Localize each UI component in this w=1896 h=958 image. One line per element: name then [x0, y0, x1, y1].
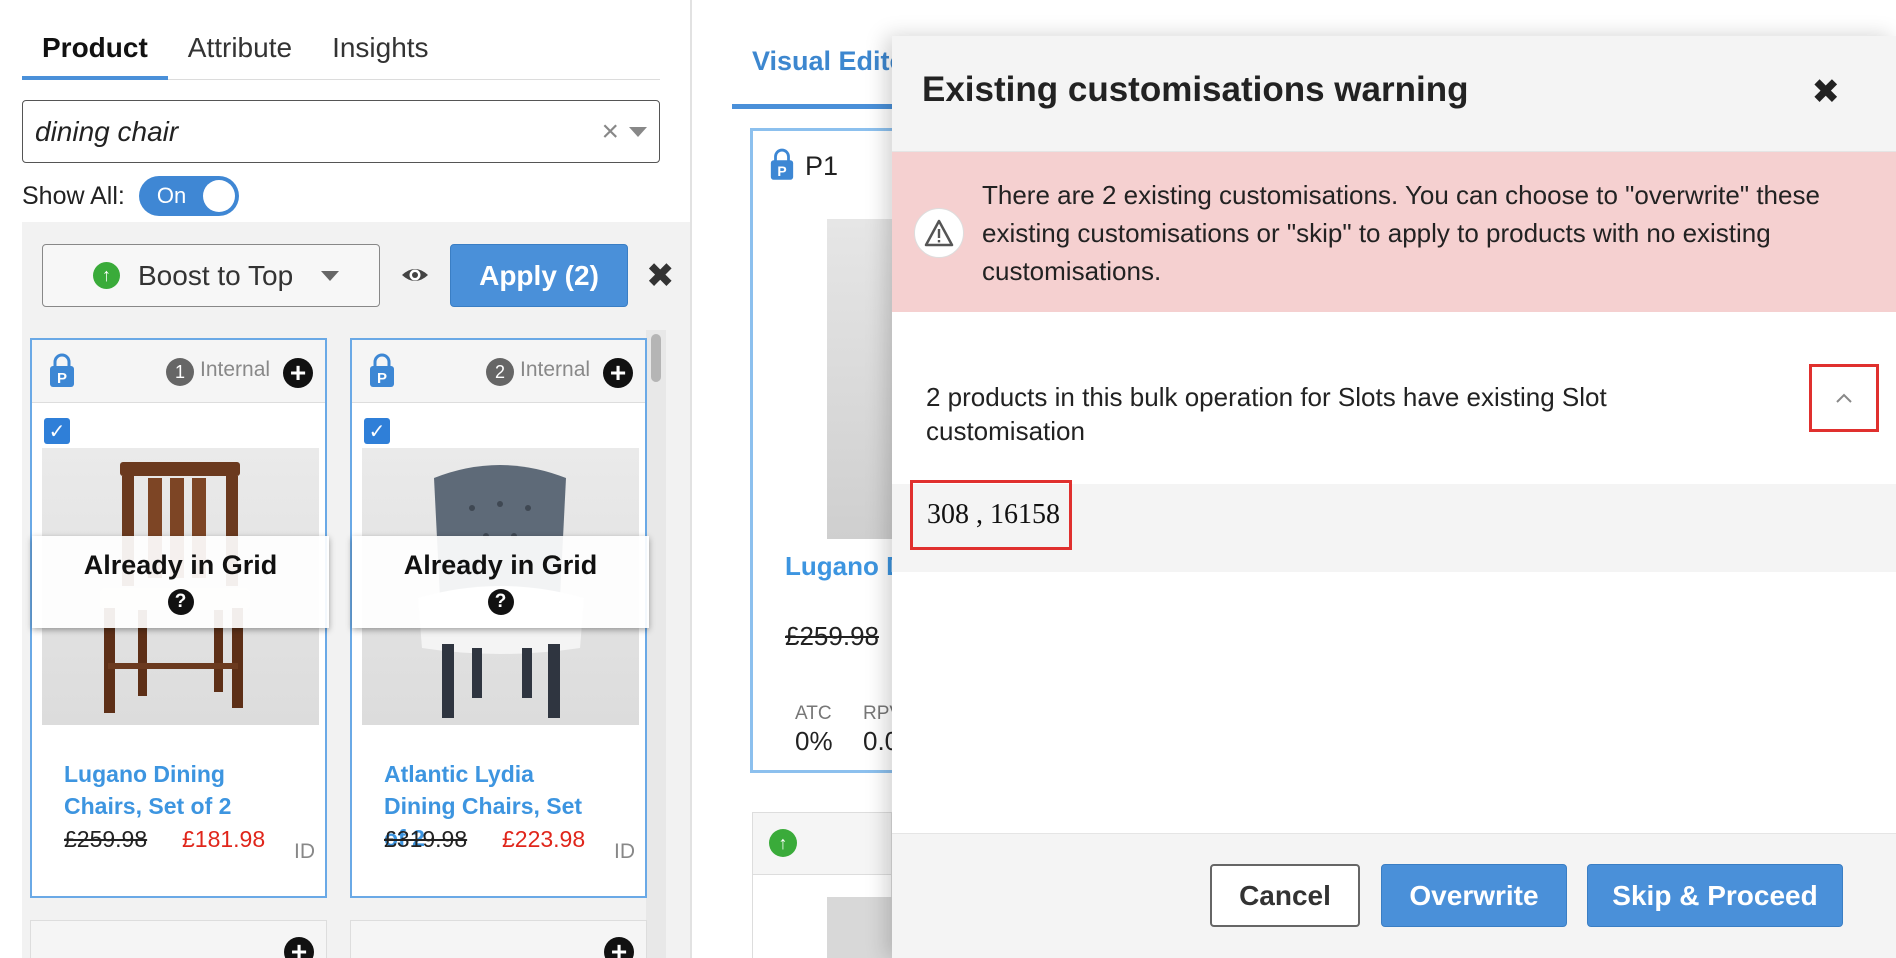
warning-alert: There are 2 existing customisations. You… — [892, 152, 1896, 312]
apply-button[interactable]: Apply (2) — [450, 244, 628, 307]
product-name-link[interactable]: Lugano Dining Chairs, Set of 2 — [64, 758, 284, 822]
product-ids-row: 308 , 16158 — [892, 480, 1896, 572]
slot-card[interactable]: ↑ — [752, 812, 893, 958]
eye-icon[interactable] — [400, 260, 430, 290]
scroll-thumb[interactable] — [651, 334, 661, 382]
tab-bar: Product Attribute Insights — [22, 22, 660, 80]
lock-icon[interactable]: P — [368, 352, 396, 388]
boost-action-label: Boost to Top — [138, 259, 294, 291]
product-name-link[interactable]: Lugano D — [785, 551, 905, 582]
question-icon[interactable]: ? — [167, 589, 194, 615]
scrollbar[interactable] — [646, 330, 666, 958]
summary-text: 2 products in this bulk operation for Sl… — [926, 382, 1607, 446]
dialog-header: Existing customisations warning ✖ — [892, 36, 1896, 152]
source-label: Internal — [520, 358, 591, 381]
warning-icon — [914, 208, 964, 258]
clear-icon[interactable]: × — [601, 115, 619, 149]
tab-visual-editor[interactable]: Visual Edito — [752, 46, 906, 77]
warning-message: There are 2 existing customisations. You… — [982, 180, 1820, 286]
product-card[interactable]: P 1 Internal + ✓ Already in Grid ? Lugan… — [30, 338, 329, 898]
svg-text:P: P — [377, 370, 387, 387]
skip-proceed-button[interactable]: Skip & Proceed — [1587, 864, 1843, 927]
already-in-grid-overlay: Already in Grid ? — [352, 536, 649, 628]
slot-card[interactable]: P P1 Lugano D £259.98 ATC 0% RPV 0.0 — [750, 128, 913, 773]
original-price: £319.98 — [384, 826, 468, 852]
show-all-row: Show All: On — [22, 176, 239, 216]
rank-badge: 1 — [166, 358, 194, 386]
tab-product[interactable]: Product — [22, 22, 168, 80]
overwrite-button[interactable]: Overwrite — [1381, 864, 1567, 927]
tab-attribute[interactable]: Attribute — [168, 22, 312, 80]
panel-divider — [690, 0, 692, 958]
sale-price: £223.98 — [502, 826, 586, 852]
overlay-text: Already in Grid — [403, 550, 598, 580]
question-icon[interactable]: ? — [487, 589, 514, 615]
stat-value: 0% — [795, 726, 833, 756]
product-panel: Product Attribute Insights dining chair … — [0, 0, 690, 958]
search-input[interactable]: dining chair × — [22, 100, 660, 163]
source-label: Internal — [200, 358, 271, 381]
show-all-label: Show All: — [22, 181, 125, 210]
svg-text:P: P — [777, 163, 786, 179]
cancel-button[interactable]: Cancel — [1210, 864, 1360, 927]
product-card[interactable]: + — [350, 920, 647, 958]
product-image — [827, 897, 893, 958]
lock-icon[interactable]: P — [48, 352, 76, 388]
select-checkbox[interactable]: ✓ — [44, 418, 70, 444]
chevron-up-icon — [1836, 393, 1852, 403]
customisation-summary: 2 products in this bulk operation for Sl… — [892, 312, 1896, 484]
card-header: P 2 Internal + — [352, 340, 645, 403]
select-checkbox[interactable]: ✓ — [364, 418, 390, 444]
chevron-down-icon — [321, 270, 339, 281]
id-label: ID — [614, 840, 635, 863]
card-header: P 1 Internal + — [32, 340, 325, 403]
dialog-footer: Cancel Overwrite Skip & Proceed — [892, 833, 1896, 958]
collapse-toggle[interactable] — [1809, 364, 1879, 432]
close-icon[interactable]: ✖ — [646, 256, 675, 296]
lock-icon[interactable]: P — [769, 147, 795, 181]
sale-price: £181.98 — [182, 826, 266, 852]
original-price: £259.98 — [785, 621, 879, 651]
show-all-toggle[interactable]: On — [138, 176, 239, 216]
boost-action-select[interactable]: ↑ Boost to Top — [42, 244, 380, 307]
tab-insights[interactable]: Insights — [312, 22, 449, 80]
search-value: dining chair — [35, 115, 179, 147]
product-ids: 308 , 16158 — [910, 480, 1072, 550]
arrow-up-circle-icon: ↑ — [769, 829, 797, 857]
add-icon[interactable]: + — [604, 937, 634, 958]
slot-label: P1 — [805, 151, 839, 181]
arrow-up-circle-icon: ↑ — [93, 262, 120, 289]
original-price: £259.98 — [64, 826, 148, 852]
add-icon[interactable]: + — [603, 358, 633, 388]
add-icon[interactable]: + — [284, 937, 314, 958]
svg-text:P: P — [57, 370, 67, 387]
stat-label: ATC — [795, 703, 832, 724]
toggle-knob — [202, 180, 235, 212]
product-card[interactable]: P 2 Internal + ✓ Already in Grid ? Atlan… — [350, 338, 649, 898]
card-header: ↑ — [753, 813, 891, 875]
already-in-grid-overlay: Already in Grid ? — [32, 536, 329, 628]
toggle-text: On — [156, 183, 187, 208]
overlay-text: Already in Grid — [83, 550, 278, 580]
rank-badge: 2 — [486, 358, 514, 386]
dialog-title: Existing customisations warning — [922, 70, 1469, 109]
close-icon[interactable]: ✖ — [1812, 72, 1841, 112]
active-tab-indicator — [732, 104, 892, 109]
customisations-warning-dialog: Existing customisations warning ✖ There … — [892, 36, 1896, 958]
add-icon[interactable]: + — [283, 358, 313, 388]
chevron-down-icon[interactable] — [629, 126, 647, 137]
product-card[interactable]: + — [30, 920, 327, 958]
id-label: ID — [294, 840, 315, 863]
